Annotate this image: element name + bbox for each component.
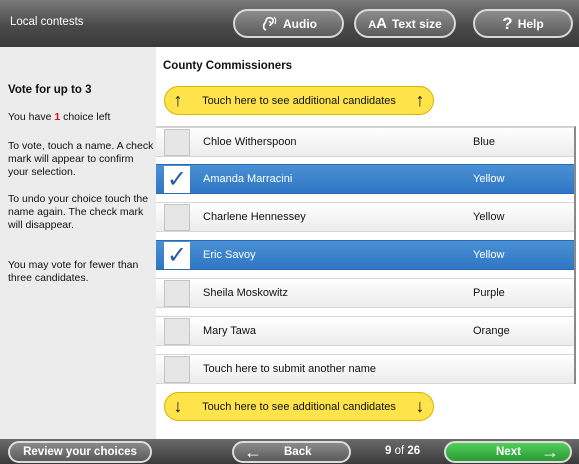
checkbox[interactable]	[164, 280, 190, 307]
write-in-label: Touch here to submit another name	[203, 363, 377, 375]
candidate-row-selected[interactable]: ✓ Eric Savoy Yellow	[156, 240, 574, 270]
review-choices-button[interactable]: Review your choices	[8, 441, 152, 463]
scroll-up-label: Touch here to see additional candidates	[202, 94, 396, 107]
candidate-party: Yellow	[473, 249, 505, 261]
contest-title: County Commissioners	[163, 60, 293, 72]
arrow-left-icon: ←	[244, 441, 262, 462]
candidate-row[interactable]: Charlene Hennessey Yellow	[156, 202, 574, 232]
candidate-name: Amanda Marracini	[203, 173, 293, 185]
review-choices-label: Review your choices	[23, 446, 137, 458]
contest-panel: County Commissioners ↑ Touch here to see…	[156, 47, 579, 439]
help-icon: ?	[502, 13, 513, 33]
audio-label: Audio	[283, 16, 317, 31]
audio-icon	[262, 16, 277, 31]
checkbox[interactable]	[164, 356, 190, 383]
text-size-label: Text size	[391, 16, 442, 31]
back-label: Back	[284, 446, 312, 458]
arrow-right-icon: →	[540, 441, 559, 462]
page-indicator: 9 of 26	[385, 445, 421, 457]
candidate-name: Charlene Hennessey	[203, 211, 306, 223]
back-button[interactable]: ← Back	[232, 441, 351, 463]
scroll-up-button[interactable]: ↑ Touch here to see additional candidate…	[164, 86, 434, 115]
audio-button[interactable]: Audio	[233, 9, 344, 38]
candidate-name: Sheila Moskowitz	[203, 287, 288, 299]
arrow-down-icon: ↓	[173, 396, 183, 416]
how-to-undo-text: To undo your choice touch the name again…	[8, 193, 149, 231]
checkbox-checked[interactable]: ✓	[164, 166, 190, 193]
checkbox[interactable]	[164, 129, 190, 156]
help-label: Help	[517, 16, 544, 31]
choices-left-text: You have 1 choice left	[8, 111, 111, 123]
candidate-name: Mary Tawa	[203, 325, 256, 337]
section-title: Local contests	[10, 16, 84, 28]
write-in-row[interactable]: Touch here to submit another name	[156, 354, 574, 384]
checkmark-icon: ✓	[166, 166, 188, 193]
vote-fewer-text: You may vote for fewer than three candid…	[8, 259, 139, 284]
next-label: Next	[496, 446, 521, 458]
how-to-vote-text: To vote, touch a name. A check mark will…	[8, 140, 154, 178]
candidate-list[interactable]: Chloe Witherspoon Blue ✓ Amanda Marracin…	[156, 126, 576, 384]
next-button[interactable]: Next →	[444, 441, 572, 463]
scroll-down-button[interactable]: ↓ Touch here to see additional candidate…	[164, 392, 434, 421]
vote-limit-heading: Vote for up to 3	[8, 84, 92, 96]
candidate-party: Purple	[473, 287, 505, 299]
text-size-button[interactable]: AA Text size	[354, 9, 456, 38]
candidate-party: Yellow	[473, 211, 505, 223]
checkbox[interactable]	[164, 318, 190, 345]
checkmark-icon: ✓	[166, 242, 188, 269]
scroll-down-label: Touch here to see additional candidates	[202, 400, 396, 413]
candidate-name: Eric Savoy	[203, 249, 256, 261]
top-bar: Local contests Audio AA Text size ? Help	[0, 0, 579, 47]
checkbox[interactable]	[164, 204, 190, 231]
candidate-row[interactable]: Sheila Moskowitz Purple	[156, 278, 574, 308]
arrow-down-icon: ↓	[415, 396, 425, 416]
instructions-panel: Vote for up to 3 You have 1 choice left …	[0, 47, 156, 439]
candidate-row-selected[interactable]: ✓ Amanda Marracini Yellow	[156, 164, 574, 194]
candidate-party: Orange	[473, 325, 510, 337]
bottom-bar: Review your choices ← Back 9 of 26 Next …	[0, 439, 579, 464]
candidate-row[interactable]: Chloe Witherspoon Blue	[156, 127, 574, 157]
arrow-up-icon: ↑	[415, 90, 425, 110]
arrow-up-icon: ↑	[173, 90, 183, 110]
checkbox-checked[interactable]: ✓	[164, 242, 190, 269]
help-button[interactable]: ? Help	[473, 9, 573, 38]
candidate-name: Chloe Witherspoon	[203, 136, 297, 148]
candidate-party: Yellow	[473, 173, 505, 185]
candidate-row[interactable]: Mary Tawa Orange	[156, 316, 574, 346]
candidate-party: Blue	[473, 136, 496, 148]
text-size-icon: AA	[368, 15, 387, 32]
